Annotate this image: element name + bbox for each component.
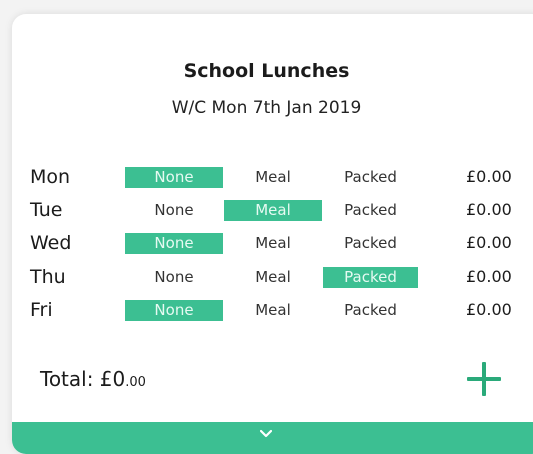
option-packed[interactable]: Packed (323, 167, 418, 188)
week-subtitle: W/C Mon 7th Jan 2019 (171, 98, 362, 118)
day-price: £0.00 (466, 200, 512, 219)
day-row-fri: Fri None Meal Packed £0.00 (12, 297, 533, 323)
day-row-tue: Tue None Meal Packed £0.00 (12, 197, 533, 223)
option-meal[interactable]: Meal (224, 233, 322, 254)
total-amount: Total: £0.00 (40, 366, 146, 396)
expand-bar[interactable] (12, 422, 533, 454)
option-packed[interactable]: Packed (323, 300, 418, 321)
option-meal[interactable]: Meal (224, 300, 322, 321)
option-packed[interactable]: Packed (323, 267, 418, 288)
day-price: £0.00 (466, 300, 512, 319)
total-label: Total: £0 (40, 367, 126, 391)
chevron-down-icon (260, 429, 272, 438)
option-none[interactable]: None (125, 167, 223, 188)
day-label: Mon (30, 166, 71, 188)
day-price: £0.00 (466, 233, 512, 252)
option-none[interactable]: None (125, 300, 223, 321)
day-price: £0.00 (466, 167, 512, 186)
option-packed[interactable]: Packed (323, 200, 418, 221)
option-meal[interactable]: Meal (224, 267, 322, 288)
day-row-mon: Mon None Meal Packed £0.00 (12, 164, 533, 190)
day-label: Thu (30, 266, 66, 288)
day-row-thu: Thu None Meal Packed £0.00 (12, 264, 533, 290)
option-none[interactable]: None (125, 200, 223, 221)
day-row-wed: Wed None Meal Packed £0.00 (12, 230, 533, 256)
total-pence: .00 (125, 375, 146, 390)
day-price: £0.00 (466, 267, 512, 286)
option-meal[interactable]: Meal (224, 200, 322, 221)
plus-icon[interactable] (467, 362, 501, 396)
option-none[interactable]: None (125, 233, 223, 254)
page-title: School Lunches (183, 60, 350, 82)
day-label: Wed (30, 232, 72, 254)
day-label: Fri (30, 299, 53, 321)
option-packed[interactable]: Packed (323, 233, 418, 254)
day-label: Tue (30, 199, 63, 221)
option-none[interactable]: None (125, 267, 223, 288)
option-meal[interactable]: Meal (224, 167, 322, 188)
lunch-card: School Lunches W/C Mon 7th Jan 2019 Mon … (12, 14, 533, 454)
